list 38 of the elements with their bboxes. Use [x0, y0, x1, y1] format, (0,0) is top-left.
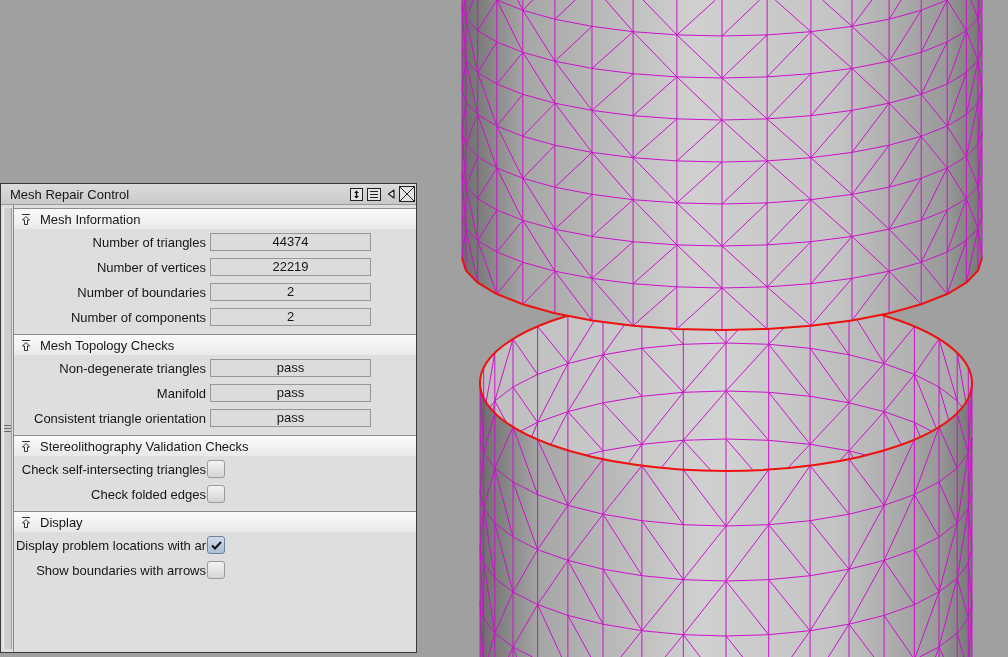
field-label: Number of triangles — [91, 234, 206, 250]
checkbox-label: Show boundaries with arrows — [35, 562, 206, 578]
checkbox[interactable] — [207, 485, 225, 503]
collapse-icon[interactable] — [21, 516, 31, 528]
section-header[interactable]: Mesh Information — [14, 209, 416, 229]
checkbox[interactable] — [207, 536, 225, 554]
value-field: pass — [210, 359, 371, 377]
close-icon[interactable] — [399, 186, 415, 202]
section-header[interactable]: Stereolithography Validation Checks — [14, 436, 416, 456]
triangle-left-icon[interactable] — [387, 189, 395, 199]
checkbox[interactable] — [207, 460, 225, 478]
field-label: Non-degenerate triangles — [58, 360, 206, 376]
collapse-icon[interactable] — [21, 440, 31, 452]
checkmark-icon — [210, 540, 222, 550]
value-field: pass — [210, 384, 371, 402]
field-label: Consistent triangle orientation — [33, 410, 206, 426]
value-field: 2 — [210, 283, 371, 301]
list-icon[interactable] — [367, 187, 381, 201]
value-field: 2 — [210, 308, 371, 326]
value-field: 22219 — [210, 258, 371, 276]
checkbox-label: Check folded edges — [90, 486, 206, 502]
checkbox[interactable] — [207, 561, 225, 579]
field-label: Number of components — [69, 309, 206, 325]
resize-handle[interactable] — [3, 208, 12, 649]
section-header[interactable]: Mesh Topology Checks — [14, 335, 416, 355]
value-field: 44374 — [210, 233, 371, 251]
collapse-icon[interactable] — [21, 213, 31, 225]
collapse-icon[interactable] — [21, 339, 31, 351]
expand-vertical-icon[interactable] — [350, 187, 363, 201]
value-field: pass — [210, 409, 371, 427]
checkbox-label: Check self-intersecting triangles — [20, 461, 206, 477]
field-label: Number of vertices — [95, 259, 206, 275]
field-label: Manifold — [155, 385, 206, 401]
section-header[interactable]: Display — [14, 512, 416, 532]
field-label: Number of boundaries — [76, 284, 206, 300]
checkbox-label: Display problem locations with ar — [14, 537, 206, 553]
panel-title: Mesh Repair Control — [10, 186, 131, 202]
grip-icon — [4, 425, 11, 432]
